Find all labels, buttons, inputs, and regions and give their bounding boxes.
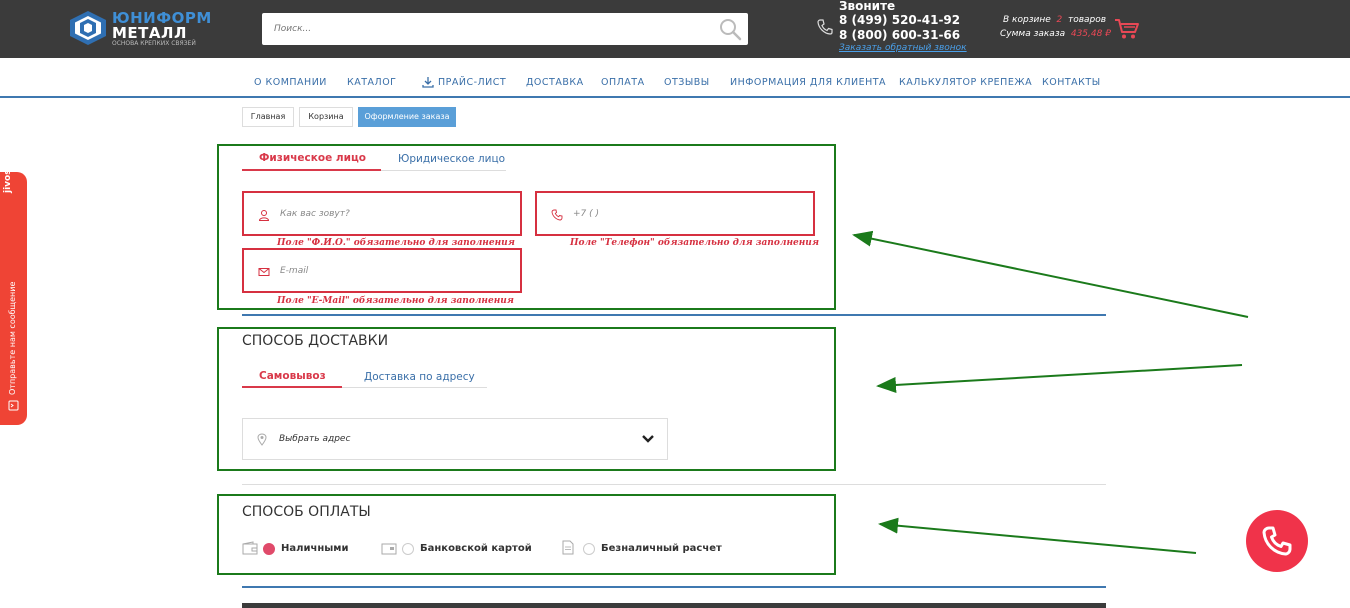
- delivery-tab-active-indicator: [242, 386, 342, 388]
- nav-item-calculator[interactable]: КАЛЬКУЛЯТОР КРЕПЕЖА: [899, 77, 1032, 88]
- cart-suffix: товаров: [1067, 15, 1107, 25]
- nav-item-reviews[interactable]: ОТЗЫВЫ: [664, 77, 710, 88]
- nav-item-pricelist[interactable]: ПРАЙС-ЛИСТ: [438, 77, 506, 88]
- phone-number-2[interactable]: 8 (800) 600-31-66: [839, 28, 960, 42]
- payment-invoice-label[interactable]: Безналичный расчет: [601, 543, 722, 554]
- tab-individual[interactable]: Физическое лицо: [259, 152, 366, 164]
- table-header-bar: [242, 603, 1106, 608]
- document-icon: [562, 540, 574, 555]
- name-placeholder: Как вас зовут?: [280, 209, 350, 219]
- nav-divider: [0, 96, 1350, 98]
- wallet-icon: [242, 541, 258, 555]
- bank-card-icon: [381, 543, 397, 555]
- tab-address-delivery[interactable]: Доставка по адресу: [364, 371, 475, 383]
- chat-widget-brand: jivosite: [3, 155, 13, 193]
- nav-item-payment[interactable]: ОПЛАТА: [601, 77, 645, 88]
- cart-count-text: В корзине 2 товаров: [1003, 15, 1106, 25]
- nav-item-client-info[interactable]: ИНФОРМАЦИЯ ДЛЯ КЛИЕНТА: [730, 77, 886, 88]
- download-icon: [422, 77, 434, 88]
- cart-prefix: В корзине: [1003, 15, 1051, 25]
- main-nav: О КОМПАНИИ КАТАЛОГ ПРАЙС-ЛИСТ ДОСТАВКА О…: [0, 72, 1350, 94]
- phone-error: Поле "Телефон" обязательно для заполнени…: [570, 238, 819, 248]
- payment-title: СПОСОБ ОПЛАТЫ: [242, 504, 371, 520]
- chat-widget-message: Отправьте нам сообщение: [8, 281, 17, 395]
- name-field[interactable]: Как вас зовут?: [242, 191, 522, 236]
- search-box: [262, 13, 748, 45]
- name-error: Поле "Ф.И.О." обязательно для заполнения: [277, 238, 515, 248]
- cart-count: 2: [1056, 15, 1063, 25]
- nav-item-about[interactable]: О КОМПАНИИ: [254, 77, 327, 88]
- phone-handset-icon: [1262, 526, 1292, 556]
- logo[interactable]: ЮНИФОРМ МЕТАЛЛ ОСНОВА КРЕПКИХ СВЯЗЕЙ: [70, 9, 211, 49]
- tab-legal-entity[interactable]: Юридическое лицо: [398, 153, 505, 165]
- phone-field-icon: [551, 209, 563, 221]
- phone-icon: [817, 19, 833, 35]
- payment-cash-radio[interactable]: [263, 543, 275, 555]
- chevron-down-icon: [642, 435, 654, 443]
- map-pin-icon: [257, 433, 267, 446]
- email-error: Поле "E-Mail" обязательно для заполнения: [277, 296, 514, 306]
- address-select[interactable]: Выбрать адрес: [242, 418, 668, 460]
- user-icon: [258, 210, 270, 221]
- payment-cash-label[interactable]: Наличными: [281, 543, 348, 554]
- phone-placeholder: +7 ( ): [573, 209, 600, 219]
- breadcrumb-cart[interactable]: Корзина: [299, 107, 353, 127]
- cart-sum-text: Сумма заказа 435,48 ₽: [1000, 29, 1111, 39]
- address-select-value: Выбрать адрес: [279, 434, 351, 444]
- call-button[interactable]: [1246, 510, 1308, 572]
- nav-item-delivery[interactable]: ДОСТАВКА: [526, 77, 584, 88]
- cart-sum-label: Сумма заказа: [1000, 29, 1066, 39]
- search-icon[interactable]: [718, 17, 742, 41]
- email-field[interactable]: E-mail: [242, 248, 522, 293]
- phone-number-1[interactable]: 8 (499) 520-41-92: [839, 13, 960, 27]
- payment-card-radio[interactable]: [402, 543, 414, 555]
- tab-active-indicator: [242, 169, 381, 171]
- cart-sum-value: 435,48 ₽: [1070, 29, 1111, 39]
- email-placeholder: E-mail: [280, 266, 309, 276]
- chat-icon: [8, 400, 19, 411]
- annotation-arrows: [852, 230, 1249, 554]
- envelope-icon: [258, 268, 270, 276]
- nav-item-contacts[interactable]: КОНТАКТЫ: [1042, 77, 1101, 88]
- breadcrumb-home[interactable]: Главная: [242, 107, 294, 127]
- search-input[interactable]: [262, 13, 702, 45]
- logo-tagline: ОСНОВА КРЕПКИХ СВЯЗЕЙ: [112, 40, 196, 47]
- payment-invoice-radio[interactable]: [583, 543, 595, 555]
- logo-mark-icon: [70, 11, 106, 45]
- phone-field[interactable]: +7 ( ): [535, 191, 815, 236]
- contact-title: Звоните: [839, 0, 896, 13]
- cart-icon[interactable]: [1114, 17, 1140, 41]
- payment-card-label[interactable]: Банковской картой: [420, 543, 532, 554]
- delivery-title: СПОСОБ ДОСТАВКИ: [242, 333, 389, 349]
- section-divider-3: [242, 586, 1106, 588]
- tab-pickup[interactable]: Самовывоз: [259, 370, 326, 382]
- nav-item-catalog[interactable]: КАТАЛОГ: [347, 77, 396, 88]
- callback-link[interactable]: Заказать обратный звонок: [839, 43, 967, 53]
- breadcrumb-checkout: Оформление заказа: [358, 107, 456, 127]
